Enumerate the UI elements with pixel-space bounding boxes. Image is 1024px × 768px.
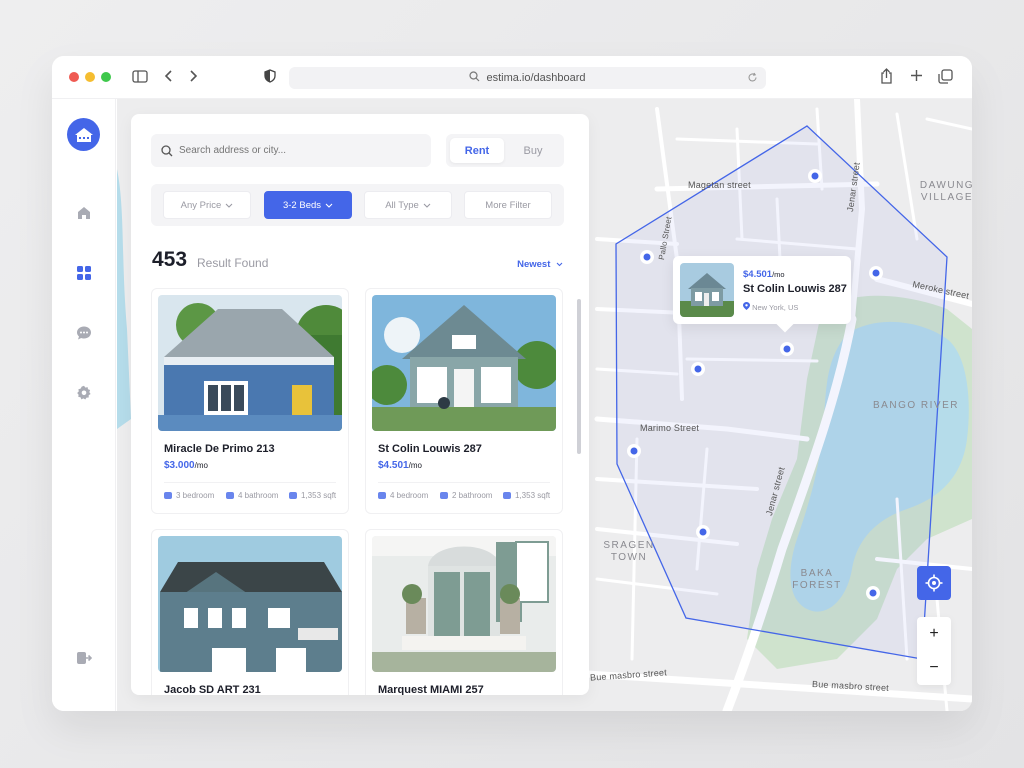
shield-icon[interactable] [264,69,276,86]
listing-title: Miracle De Primo 213 [164,443,275,455]
popup-photo [680,263,734,317]
sidebar-item-dashboard[interactable] [76,265,92,281]
bedroom-count: 3 bedroom [164,491,214,500]
sidebar-item-logout[interactable] [76,650,93,666]
area-icon [289,492,297,499]
filter-bar: Any Price 3-2 Beds All Type More Filter [151,184,564,226]
back-icon[interactable] [163,69,173,86]
listing-photo [158,536,342,672]
street-label: Magetan street [688,180,751,190]
listing-price: $4.501/mo [378,460,422,471]
more-filter-button[interactable]: More Filter [464,191,552,219]
address-bar[interactable]: estima.io/dashboard [289,67,766,89]
divider [164,482,336,483]
area-label: BAKA FOREST [792,568,842,591]
beds-filter[interactable]: 3-2 Beds [264,191,352,219]
listings-panel: Rent Buy Any Price 3-2 Beds All Type Mor… [131,114,589,695]
tabs-overview-icon[interactable] [938,69,953,87]
listing-title: Marquest MIAMI 257 [378,684,484,695]
zoom-out-button[interactable]: − [917,651,951,685]
chevron-down-icon [325,203,333,208]
bathroom-count: 2 bathroom [440,491,492,500]
bath-icon [440,492,448,499]
map-listing-popup[interactable]: $4.501/mo St Colin Louwis 287 New York, … [673,256,851,324]
share-icon[interactable] [880,68,893,87]
popup-title: St Colin Louwis 287 [743,283,847,295]
listing-photo [372,295,556,431]
url-text: estima.io/dashboard [486,72,586,84]
gear-icon [77,385,91,400]
sidebar-item-messages[interactable] [76,325,92,341]
bed-icon [164,492,172,499]
app-sidebar [52,99,116,711]
search-input[interactable] [179,145,399,156]
result-label: Result Found [197,256,269,270]
app-logo[interactable] [67,118,100,151]
type-filter[interactable]: All Type [364,191,452,219]
listing-card[interactable]: Jacob SD ART 231 [151,529,349,695]
new-tab-icon[interactable] [910,69,923,85]
sort-dropdown[interactable]: Newest [517,259,563,270]
result-count: 453 [152,248,188,271]
listing-photo [158,295,342,431]
listing-title: St Colin Louwis 287 [378,443,482,455]
area-label: SRAGEN TOWN [603,540,655,563]
search-icon [469,71,480,85]
listing-card[interactable]: St Colin Louwis 287 $4.501/mo 4 bedroom … [365,288,563,514]
street-label: Marimo Street [640,423,700,433]
close-window-button[interactable] [69,72,79,82]
area-label: DAWUNG VILLAGE [919,180,972,203]
area-size: 1,353 sqft [289,491,336,500]
sidebar-item-home[interactable] [76,205,92,221]
browser-window: estima.io/dashboard Magetan street Jenar… [52,56,972,711]
browser-toolbar: estima.io/dashboard [52,56,972,99]
popup-location: New York, US [743,302,798,312]
sidebar-toggle-icon[interactable] [132,70,148,86]
scrollbar-thumb[interactable] [577,299,581,454]
buy-option[interactable]: Buy [506,138,560,163]
rent-option[interactable]: Rent [450,138,504,163]
zoom-in-button[interactable]: + [917,617,951,651]
grid-icon [77,266,91,280]
search-field[interactable] [151,134,431,167]
chevron-down-icon [556,262,563,267]
bath-icon [226,492,234,499]
chevron-down-icon [423,203,431,208]
bed-icon [378,492,386,499]
listing-title: Jacob SD ART 231 [164,684,261,695]
area-label: BANGO RIVER [873,400,959,411]
sidebar-item-settings[interactable] [76,385,92,401]
listing-photo [372,536,556,672]
forward-icon[interactable] [189,69,199,86]
search-icon [161,144,173,156]
bedroom-count: 4 bedroom [378,491,428,500]
listing-price: $3.000/mo [164,460,208,471]
price-filter[interactable]: Any Price [163,191,251,219]
area-icon [503,492,511,499]
maximize-window-button[interactable] [101,72,111,82]
crosshair-icon [925,574,943,592]
minimize-window-button[interactable] [85,72,95,82]
rent-buy-toggle: Rent Buy [446,134,564,167]
reload-icon[interactable] [747,72,758,86]
house-logo-icon [74,127,93,142]
divider [378,482,550,483]
listing-card[interactable]: Miracle De Primo 213 $3.000/mo 3 bedroom… [151,288,349,514]
popup-price: $4.501/mo [743,269,785,280]
home-icon [78,207,90,219]
zoom-controls: + − [917,617,951,685]
area-size: 1,353 sqft [503,491,550,500]
location-pin-icon [743,302,750,310]
chat-icon [77,326,91,340]
locate-me-button[interactable] [917,566,951,600]
logout-icon [77,652,93,664]
listing-card[interactable]: Marquest MIAMI 257 [365,529,563,695]
chevron-down-icon [225,203,233,208]
bathroom-count: 4 bathroom [226,491,278,500]
